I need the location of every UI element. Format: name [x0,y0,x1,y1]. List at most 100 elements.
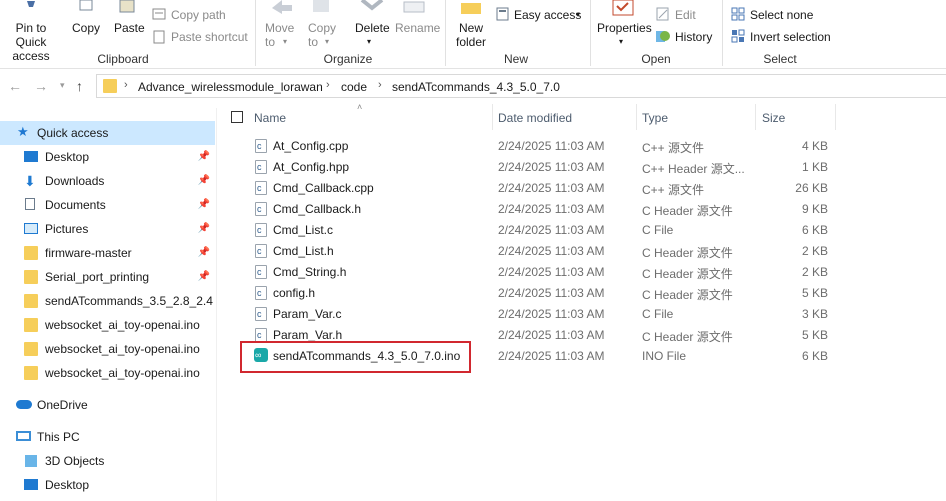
column-name-header[interactable]: Name [254,111,286,125]
paste-button[interactable]: Paste [114,21,145,35]
file-row[interactable]: c Cmd_List.c 2/24/2025 11:03 AM C File 6 KB [217,220,946,241]
desktop-icon [24,151,38,162]
nav-item-documents[interactable]: Documents 📌 [0,193,215,217]
select-none-button[interactable]: Select none [750,8,813,22]
easy-access-dropdown-icon[interactable]: ▾ [576,8,580,22]
column-size-header[interactable]: Size [762,111,785,125]
easy-access-button[interactable]: Easy access [514,8,581,22]
rename-button[interactable]: Rename [395,21,440,35]
pictures-icon [24,223,38,234]
history-icon [656,29,670,43]
nav-onedrive[interactable]: OneDrive [0,393,215,417]
edit-button[interactable]: Edit [675,8,696,22]
pin-icon[interactable]: 📌 [198,271,210,282]
select-all-checkbox[interactable] [231,111,243,123]
copy-path-button[interactable]: Copy path [171,8,226,22]
column-divider[interactable] [755,104,756,130]
properties-button[interactable]: Properties [597,21,652,35]
breadcrumb-chevron-icon[interactable]: › [378,79,382,91]
file-size: 1 KB [801,160,828,174]
file-name: At_Config.cpp [273,139,349,153]
file-date: 2/24/2025 11:03 AM [498,181,605,195]
pin-icon[interactable]: 📌 [198,247,210,258]
file-type: C++ 源文件 [642,141,705,155]
breadcrumb-chevron-icon[interactable]: › [326,79,330,91]
ribbon-separator [445,0,446,66]
nav-item-folder[interactable]: sendATcommands_3.5_2.8_2.4 [0,289,215,313]
column-divider[interactable] [636,104,637,130]
pin-icon[interactable]: 📌 [198,175,210,186]
delete-button[interactable]: Delete [355,21,390,35]
move-to-button[interactable]: Move to [265,21,294,49]
breadcrumb-chevron-icon[interactable]: › [124,79,128,91]
invert-selection-button[interactable]: Invert selection [750,30,831,44]
breadcrumb-item[interactable]: Advance_wirelessmodule_lorawan [138,80,323,94]
ribbon-separator [722,0,723,66]
breadcrumb-item[interactable]: code [341,80,367,94]
file-row[interactable]: c At_Config.cpp 2/24/2025 11:03 AM C++ 源文件 4… [217,136,946,157]
recent-locations-chevron-icon[interactable]: ▾ [60,80,65,91]
copy-button[interactable]: Copy [72,21,100,35]
move-to-dropdown-icon[interactable]: ▾ [283,35,287,49]
copy-to-dropdown-icon[interactable]: ▾ [325,35,329,49]
nav-quick-access[interactable]: ★ Quick access [0,121,215,145]
file-row[interactable]: c Cmd_Callback.cpp 2/24/2025 11:03 AM C++ 源… [217,178,946,199]
column-divider[interactable] [835,104,836,130]
nav-item-folder[interactable]: websocket_ai_toy-openai.ino [0,313,215,337]
folder-icon [24,318,38,332]
back-arrow-icon[interactable]: ← [8,78,22,94]
nav-item-desktop[interactable]: Desktop 📌 [0,145,215,169]
pin-icon[interactable]: 📌 [198,199,210,210]
file-row[interactable]: c Cmd_List.h 2/24/2025 11:03 AM C Header 源文… [217,241,946,262]
move-to-icon [270,0,294,14]
nav-item-folder[interactable]: firmware-master 📌 [0,241,215,265]
file-row[interactable]: c Cmd_String.h 2/24/2025 11:03 AM C Header … [217,262,946,283]
breadcrumb-item[interactable]: sendATcommands_4.3_5.0_7.0 [392,80,560,94]
new-folder-button[interactable]: New folder [454,21,488,49]
paste-shortcut-button[interactable]: Paste shortcut [171,30,248,44]
nav-label: websocket_ai_toy-openai.ino [45,318,200,332]
pin-icon[interactable]: 📌 [198,223,210,234]
forward-arrow-icon[interactable]: → [34,78,48,94]
file-size: 6 KB [801,223,828,237]
address-bar[interactable]: › Advance_wirelessmodule_lorawan › code … [96,74,946,98]
copy-icon [77,0,95,12]
nav-item-desktop[interactable]: Desktop [0,473,215,497]
select-group-label: Select [763,52,797,66]
code-file-icon: c [255,244,267,258]
cloud-icon [16,400,32,409]
file-row[interactable]: c At_Config.hpp 2/24/2025 11:03 AM C++ Head… [217,157,946,178]
folder-icon [24,342,38,356]
history-button[interactable]: History [675,30,712,44]
pin-to-quick-access-button[interactable]: Pin to Quick access [0,21,62,63]
up-arrow-icon[interactable]: ↑ [76,78,83,94]
new-group-label: New [503,52,528,66]
nav-item-folder[interactable]: Serial_port_printing 📌 [0,265,215,289]
nav-this-pc[interactable]: This PC [0,425,215,449]
file-name: Cmd_Callback.h [273,202,362,216]
copy-to-button[interactable]: Copy to [308,21,336,49]
file-type: C Header 源文件 [642,330,733,344]
copy-to-icon [310,0,332,14]
nav-item-folder[interactable]: websocket_ai_toy-openai.ino [0,361,215,385]
nav-item-downloads[interactable]: ⬇ Downloads 📌 [0,169,215,193]
file-row[interactable]: c config.h 2/24/2025 11:03 AM C Header 源文件 5… [217,283,946,304]
rename-icon [402,0,426,14]
code-file-icon: c [255,307,267,321]
column-date-header[interactable]: Date modified [498,111,572,125]
pin-icon[interactable]: 📌 [198,151,210,162]
column-type-header[interactable]: Type [642,111,668,125]
properties-dropdown-icon[interactable]: ▾ [619,35,623,49]
code-file-icon: c [255,286,267,300]
cube-icon [25,455,37,467]
file-date: 2/24/2025 11:03 AM [498,349,605,363]
nav-label: Downloads [45,174,105,188]
nav-item-3d-objects[interactable]: 3D Objects [0,449,215,473]
column-divider[interactable] [492,104,493,130]
delete-dropdown-icon[interactable]: ▾ [367,35,371,49]
file-row[interactable]: c Cmd_Callback.h 2/24/2025 11:03 AM C Heade… [217,199,946,220]
file-type: C Header 源文件 [642,288,733,302]
nav-item-pictures[interactable]: Pictures 📌 [0,217,215,241]
nav-item-folder[interactable]: websocket_ai_toy-openai.ino [0,337,215,361]
file-row[interactable]: c Param_Var.c 2/24/2025 11:03 AM C File 3 KB [217,304,946,325]
